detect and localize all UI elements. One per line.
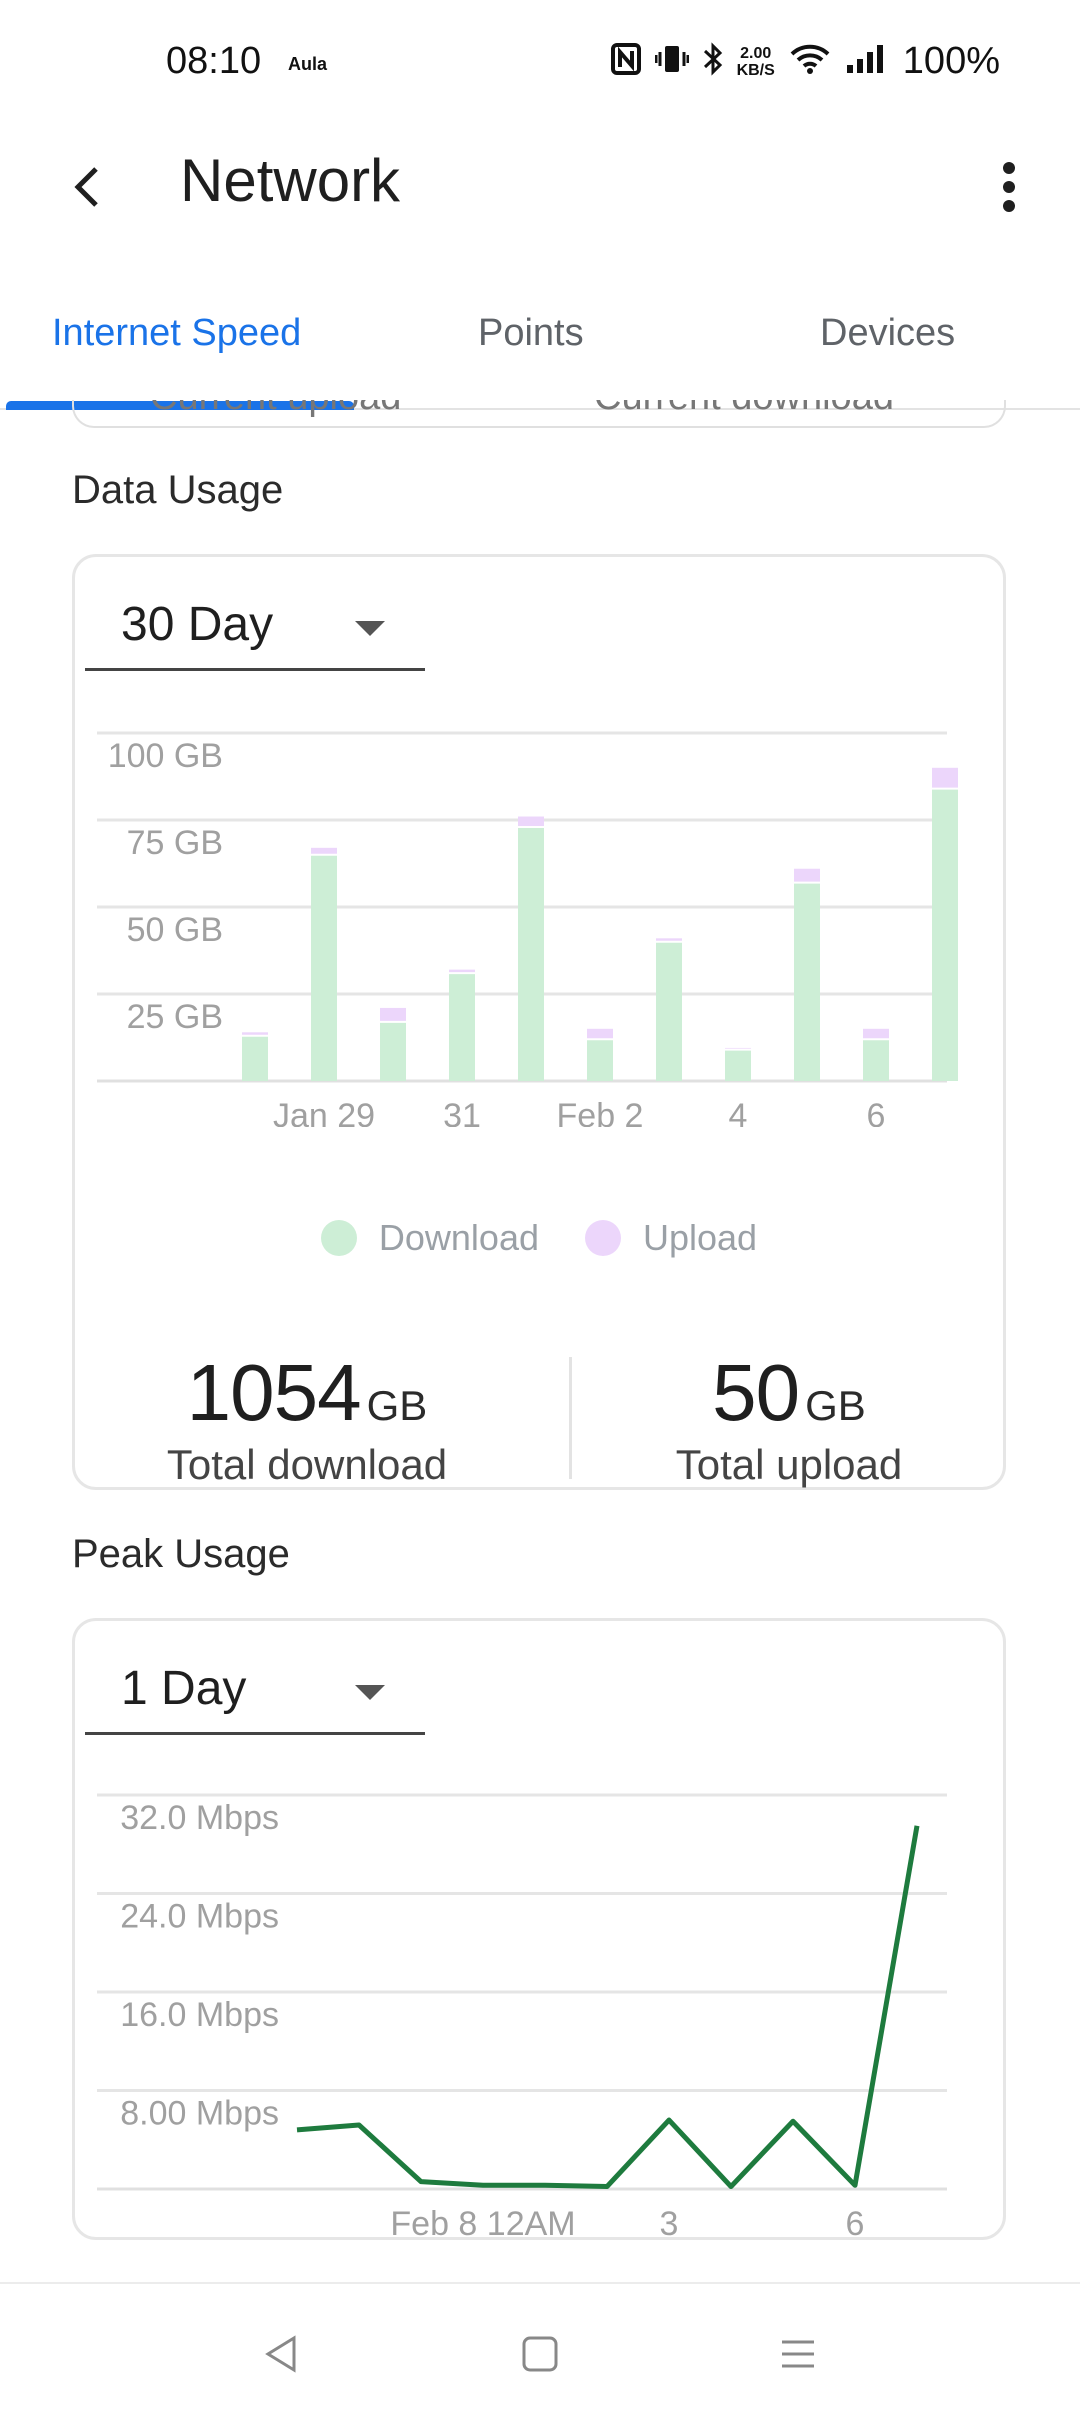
back-arrow-icon xyxy=(74,167,98,207)
bar-download xyxy=(863,1039,889,1081)
total-download: 1054 GB Total download xyxy=(75,1347,539,1489)
legend-item-download[interactable]: Download xyxy=(320,1217,539,1259)
bar-upload xyxy=(932,767,958,789)
y-tick-label: 24.0 Mbps xyxy=(120,1898,279,1936)
status-carrier: Aula xyxy=(288,54,328,74)
nav-menu-icon xyxy=(782,2340,814,2368)
y-tick-label: 25 GB xyxy=(127,998,223,1036)
more-options-button[interactable] xyxy=(974,152,1044,222)
x-tick-label: Feb 8 12AM xyxy=(390,2205,575,2241)
nav-home-button[interactable] xyxy=(500,2314,580,2394)
y-tick-label: 32.0 Mbps xyxy=(120,1799,279,1837)
bar-download xyxy=(449,973,475,1081)
y-tick-label: 16.0 Mbps xyxy=(120,1996,279,2034)
bar-upload xyxy=(587,1028,613,1040)
x-tick-label: 4 xyxy=(729,1097,748,1127)
battery-level: 100% xyxy=(902,40,1000,82)
more-vert-icon xyxy=(1003,162,1015,212)
data-usage-card: 30 Day 25 GB 50 GB 75 GB 100 GB Jan 29 31 Feb … xyxy=(72,554,1006,1490)
y-tick-label: 50 GB xyxy=(127,911,223,949)
bar-download xyxy=(242,1035,268,1081)
network-speed: 2.00 KB/S xyxy=(736,44,775,79)
bar-download xyxy=(932,788,958,1081)
x-tick-label: 3 xyxy=(660,2205,679,2241)
data-usage-range-dropdown[interactable]: 30 Day xyxy=(85,593,425,671)
back-button[interactable] xyxy=(52,152,122,222)
total-upload-unit: GB xyxy=(805,1382,866,1429)
bar-download xyxy=(380,1021,406,1081)
peak-usage-range-dropdown[interactable]: 1 Day xyxy=(85,1657,425,1735)
total-upload: 50 GB Total upload xyxy=(539,1347,1039,1489)
nav-back-button[interactable] xyxy=(242,2314,322,2394)
y-tick-label: 75 GB xyxy=(127,824,223,862)
bar-download xyxy=(311,854,337,1081)
legend-label-download: Download xyxy=(378,1217,539,1258)
bar-upload xyxy=(311,847,337,855)
tab-internet-speed[interactable]: Internet Speed xyxy=(52,312,301,355)
legend-label-upload: Upload xyxy=(643,1217,758,1258)
bar-upload xyxy=(794,868,820,883)
data-usage-title: Data Usage xyxy=(72,468,284,512)
system-navigation-bar xyxy=(0,2282,1080,2412)
total-download-unit: GB xyxy=(366,1382,428,1429)
x-tick-label: Jan 29 xyxy=(273,1097,375,1127)
bar-upload xyxy=(863,1028,889,1040)
data-usage-totals: 1054 GB Total download 50 GB Total upload xyxy=(75,1347,1003,1507)
y-tick-label: 100 GB xyxy=(108,737,223,775)
bar-download xyxy=(725,1049,751,1081)
bar-upload xyxy=(518,816,544,827)
total-download-label: Total download xyxy=(166,1441,448,1488)
bar-download xyxy=(518,826,544,1081)
x-tick-label: Feb 2 xyxy=(557,1097,644,1127)
peak-usage-chart: 8.00 Mbps 16.0 Mbps 24.0 Mbps 32.0 Mbps Feb … xyxy=(97,1793,947,2241)
status-bar: 08:10 Aula 2.00 KB/S 100% xyxy=(0,0,1080,130)
nav-back-icon xyxy=(265,2335,296,2373)
total-upload-label: Total upload xyxy=(675,1441,903,1488)
peak-usage-card: 1 Day 8.00 Mbps 16.0 Mbps 24.0 Mbps 32.0 Mb… xyxy=(72,1618,1006,2241)
status-icons: 2.00 KB/S 100% xyxy=(610,40,1000,83)
bar-download xyxy=(794,882,820,1081)
legend-dot-download xyxy=(320,1220,357,1256)
data-usage-chart: 25 GB 50 GB 75 GB 100 GB Jan 29 31 Feb 2 4 6 xyxy=(97,731,958,1127)
dropdown-caret-icon xyxy=(355,621,385,636)
bar-download xyxy=(656,941,682,1081)
peak-usage-title: Peak Usage xyxy=(72,1532,290,1576)
speed-card-clipped: Current upload Current download xyxy=(72,400,1006,428)
current-download-label: Current download xyxy=(594,400,894,419)
total-download-value: 1054 xyxy=(186,1348,362,1437)
legend-item-upload[interactable]: Upload xyxy=(585,1217,757,1259)
tab-points[interactable]: Points xyxy=(478,312,584,355)
dropdown-caret-icon xyxy=(355,1685,385,1700)
signal-icon xyxy=(845,43,889,80)
y-tick-label: 8.00 Mbps xyxy=(120,2095,279,2133)
page-title: Network xyxy=(180,147,401,214)
current-upload-label: Current upload xyxy=(150,400,401,419)
data-usage-range-value: 30 Day xyxy=(121,598,274,651)
total-upload-value: 50 xyxy=(712,1348,800,1437)
bar-upload xyxy=(380,1007,406,1022)
x-tick-label: 31 xyxy=(443,1097,481,1127)
x-tick-label: 6 xyxy=(846,2205,865,2241)
nfc-icon xyxy=(610,43,641,80)
bar-download xyxy=(587,1039,613,1081)
peak-usage-line xyxy=(296,1825,920,2190)
nav-home-icon xyxy=(522,2336,558,2372)
app-bar: Network xyxy=(0,130,1080,250)
data-usage-legend: Download Upload xyxy=(75,1217,1003,1259)
peak-usage-range-value: 1 Day xyxy=(121,1662,247,1715)
legend-dot-upload xyxy=(585,1220,621,1256)
status-time: 08:10 xyxy=(166,40,262,82)
vibrate-icon xyxy=(654,43,690,80)
bluetooth-icon xyxy=(703,42,723,81)
wifi-icon xyxy=(789,43,831,80)
tab-devices[interactable]: Devices xyxy=(820,312,955,355)
x-tick-label: 6 xyxy=(867,1097,886,1127)
tab-bar: Internet Speed Points Devices xyxy=(0,290,1080,410)
nav-menu-button[interactable] xyxy=(758,2314,838,2394)
